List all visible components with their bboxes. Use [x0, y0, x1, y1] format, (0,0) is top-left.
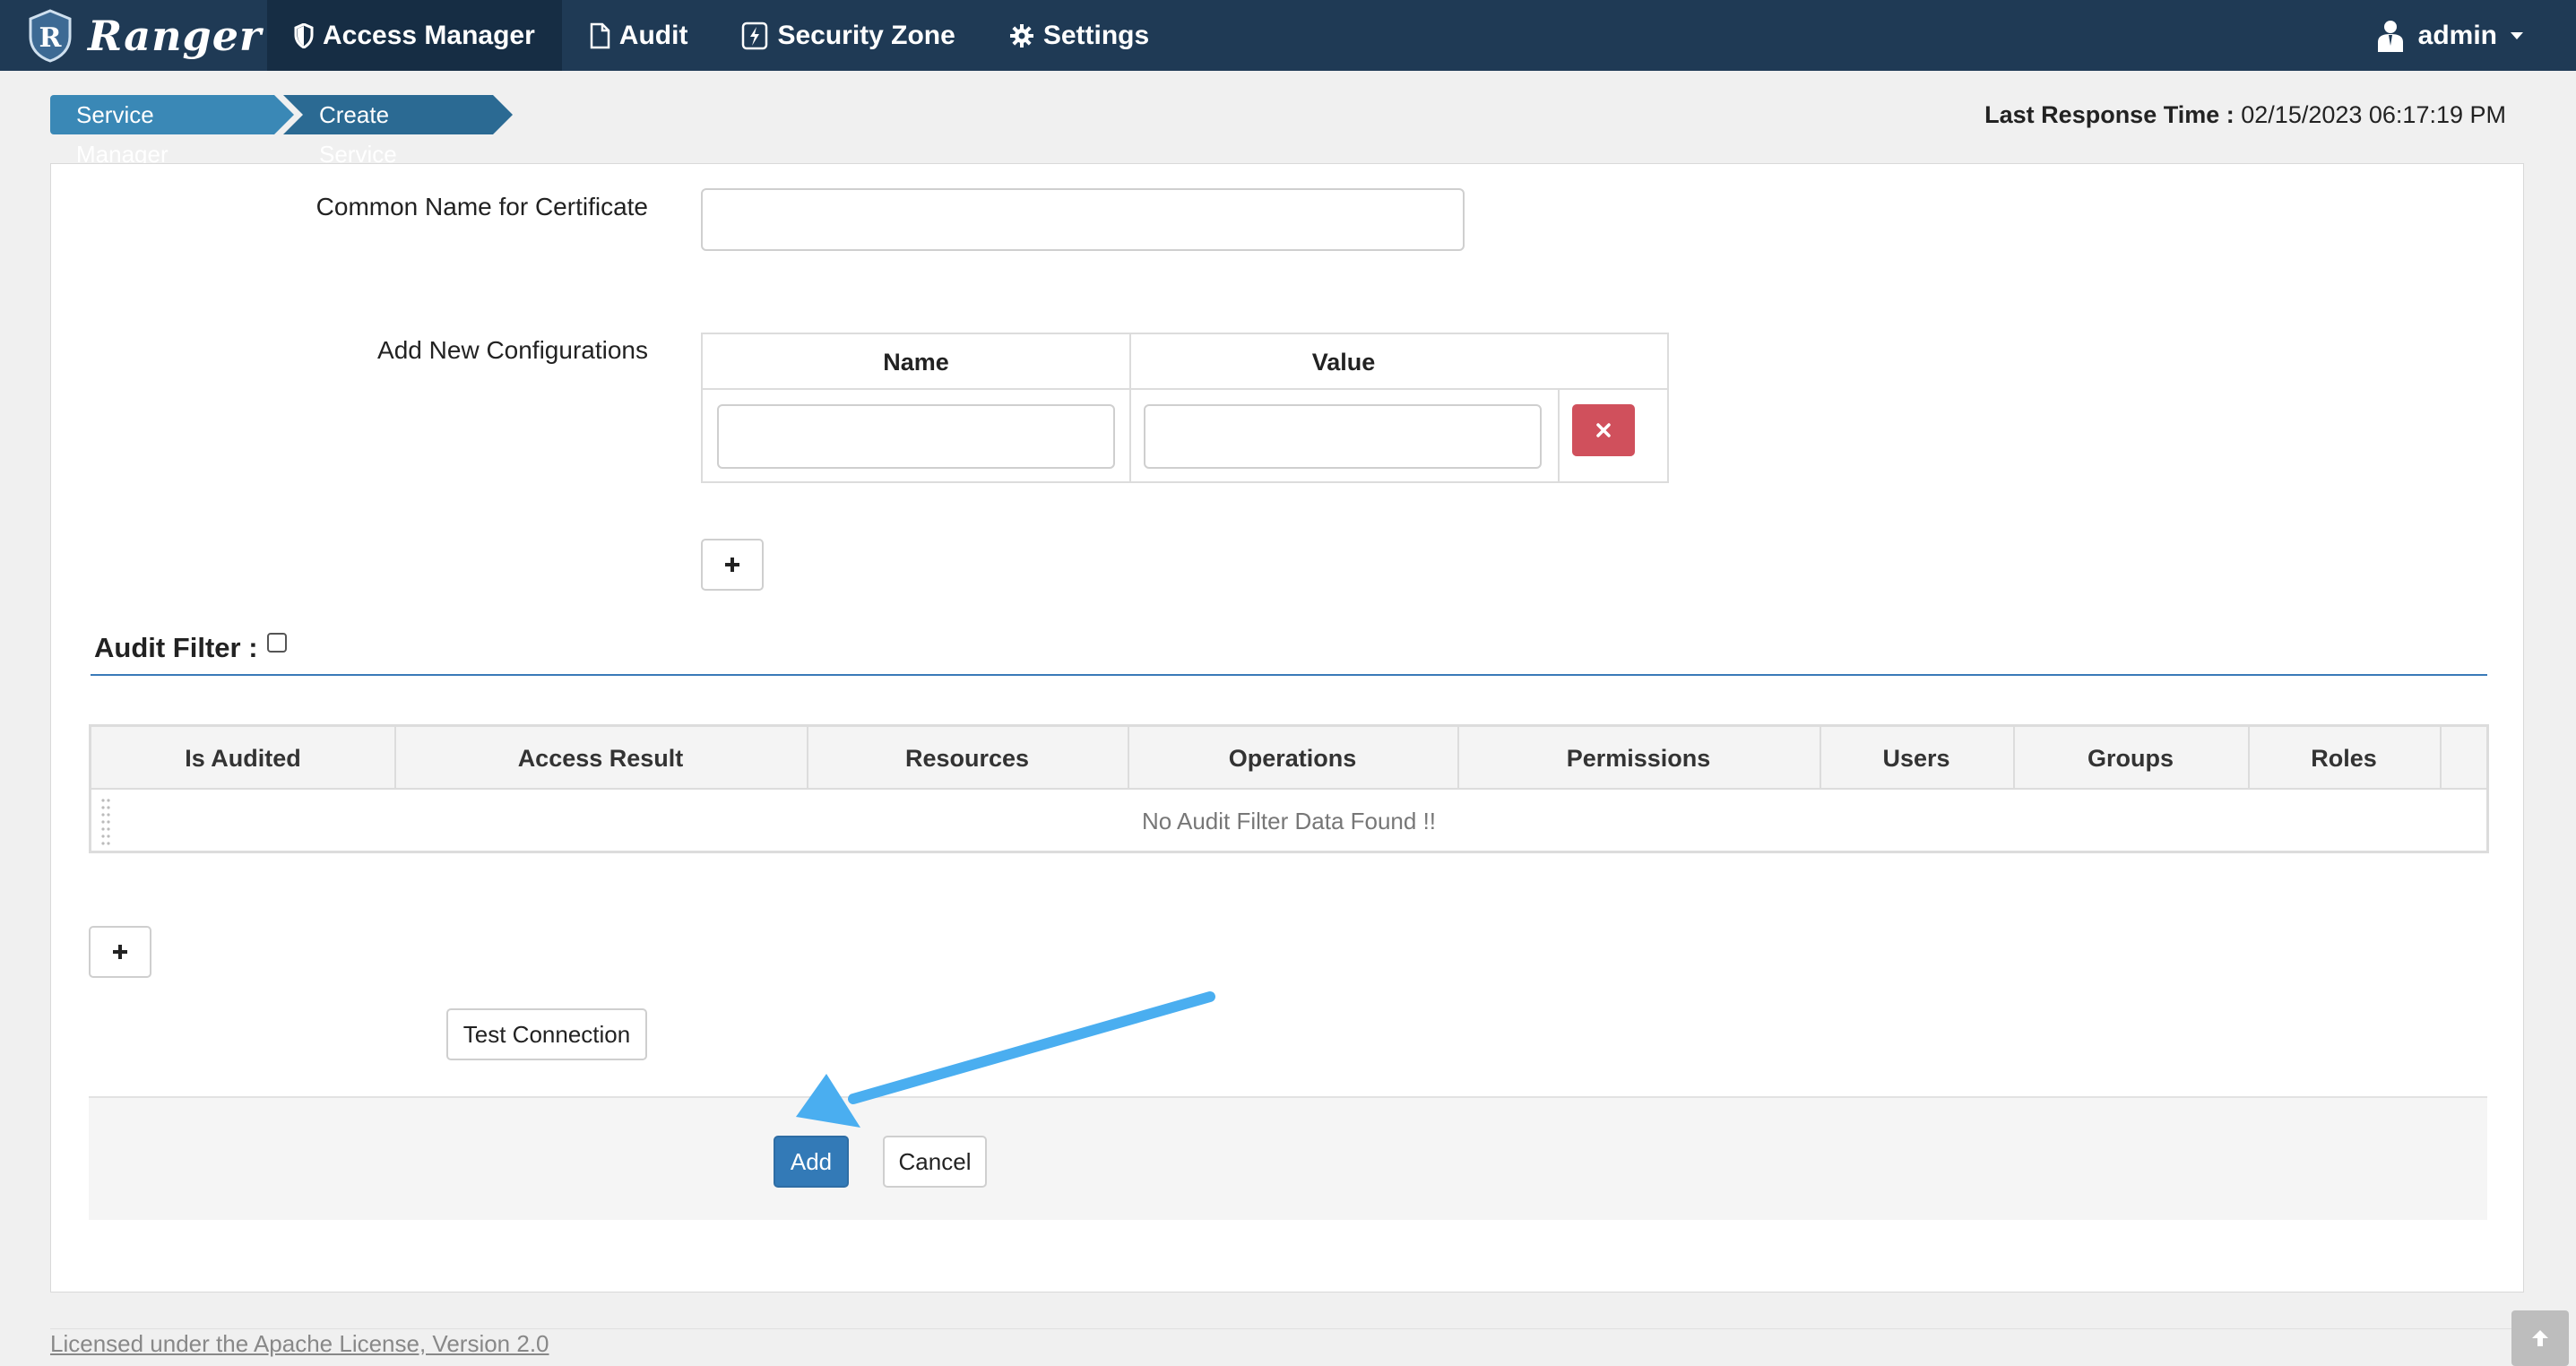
user-name: admin	[2417, 20, 2497, 50]
plus-icon	[113, 945, 127, 959]
column-header-roles: Roles	[2311, 745, 2377, 772]
common-name-input[interactable]	[701, 188, 1465, 251]
audit-filter-table-header: Is Audited Access Result Resources Opera…	[91, 727, 2486, 790]
breadcrumb: Service Manager Create Service	[50, 95, 513, 168]
divider	[1558, 390, 1560, 483]
add-configurations-label: Add New Configurations	[377, 336, 648, 364]
footer-divider	[50, 1328, 2524, 1329]
configurations-table-header: Name Value	[703, 334, 1667, 390]
add-configuration-button[interactable]	[701, 539, 764, 591]
divider	[1128, 727, 1129, 790]
arrow-up-icon	[2532, 1330, 2548, 1346]
column-header-resources: Resources	[904, 745, 1030, 772]
common-name-label: Common Name for Certificate	[316, 193, 648, 220]
audit-filter-table: Is Audited Access Result Resources Opera…	[89, 724, 2489, 853]
nav-audit[interactable]: Audit	[562, 0, 715, 71]
column-header-permissions: Permissions	[1566, 745, 1711, 772]
cancel-button[interactable]: Cancel	[883, 1136, 987, 1188]
audit-filter-checkbox[interactable]	[266, 633, 287, 653]
top-navbar: R Ranger Access Manager Audit Security Z…	[0, 0, 2576, 71]
zone-icon	[742, 22, 768, 49]
gear-icon	[1009, 23, 1033, 48]
divider	[2440, 727, 2442, 790]
divider	[2013, 727, 2015, 790]
user-menu[interactable]: admin	[2375, 0, 2524, 71]
divider	[1820, 727, 1821, 790]
column-header-operations: Operations	[1228, 745, 1357, 772]
breadcrumb-service-manager[interactable]: Service Manager	[50, 95, 294, 168]
column-header-value: Value	[1311, 349, 1376, 376]
column-header-users: Users	[1882, 745, 1950, 772]
brand-name: Ranger	[88, 11, 263, 60]
scroll-to-top-button[interactable]	[2511, 1310, 2569, 1366]
shield-icon	[294, 22, 314, 48]
audit-filter-empty-message: No Audit Filter Data Found !!	[1141, 808, 1437, 834]
configurations-table: Name Value	[701, 333, 1669, 483]
nav-settings[interactable]: Settings	[982, 0, 1176, 71]
nav-audit-label: Audit	[618, 20, 688, 50]
add-button[interactable]: Add	[774, 1136, 849, 1188]
nav-security-zone[interactable]: Security Zone	[714, 0, 981, 71]
column-header-is-audited: Is Audited	[185, 745, 301, 772]
audit-filter-title: Audit Filter :	[94, 632, 287, 664]
brand[interactable]: R Ranger	[0, 0, 267, 71]
ranger-logo-icon: R	[29, 8, 72, 63]
divider	[807, 727, 808, 790]
audit-filter-divider	[91, 674, 2487, 676]
nav-access-manager-label: Access Manager	[323, 20, 535, 50]
close-icon	[1596, 423, 1611, 437]
nav-settings-label: Settings	[1042, 20, 1150, 50]
config-value-input[interactable]	[1144, 404, 1542, 469]
column-header-name: Name	[883, 349, 949, 376]
nav-access-manager[interactable]: Access Manager	[267, 0, 562, 71]
plus-icon	[725, 558, 739, 572]
remove-config-button[interactable]	[1572, 404, 1635, 456]
divider	[1457, 727, 1459, 790]
divider	[1129, 334, 1131, 481]
caret-down-icon	[2511, 31, 2523, 39]
user-icon	[2377, 20, 2403, 52]
audit-filter-label: Audit Filter :	[94, 632, 258, 663]
divider	[394, 727, 396, 790]
last-response-label: Last Response Time :	[1984, 101, 2235, 128]
last-response-time: Last Response Time : 02/15/2023 06:17:19…	[1984, 101, 2506, 129]
nav-security-zone-label: Security Zone	[777, 20, 955, 50]
add-audit-filter-button[interactable]	[89, 926, 151, 978]
test-connection-button[interactable]: Test Connection	[446, 1008, 647, 1060]
column-header-access-result: Access Result	[517, 745, 684, 772]
form-actions-bar: Add Cancel	[89, 1096, 2487, 1220]
last-response-value: 02/15/2023 06:17:19 PM	[2241, 101, 2506, 128]
breadcrumb-create-service[interactable]: Create Service	[283, 95, 513, 168]
svg-text:R: R	[39, 22, 63, 54]
column-header-groups: Groups	[2087, 745, 2174, 772]
config-name-input[interactable]	[717, 404, 1115, 469]
file-icon	[590, 22, 610, 48]
divider	[2248, 727, 2250, 790]
create-service-panel: Common Name for Certificate Add New Conf…	[50, 163, 2524, 1293]
license-link[interactable]: Licensed under the Apache License, Versi…	[50, 1330, 549, 1358]
